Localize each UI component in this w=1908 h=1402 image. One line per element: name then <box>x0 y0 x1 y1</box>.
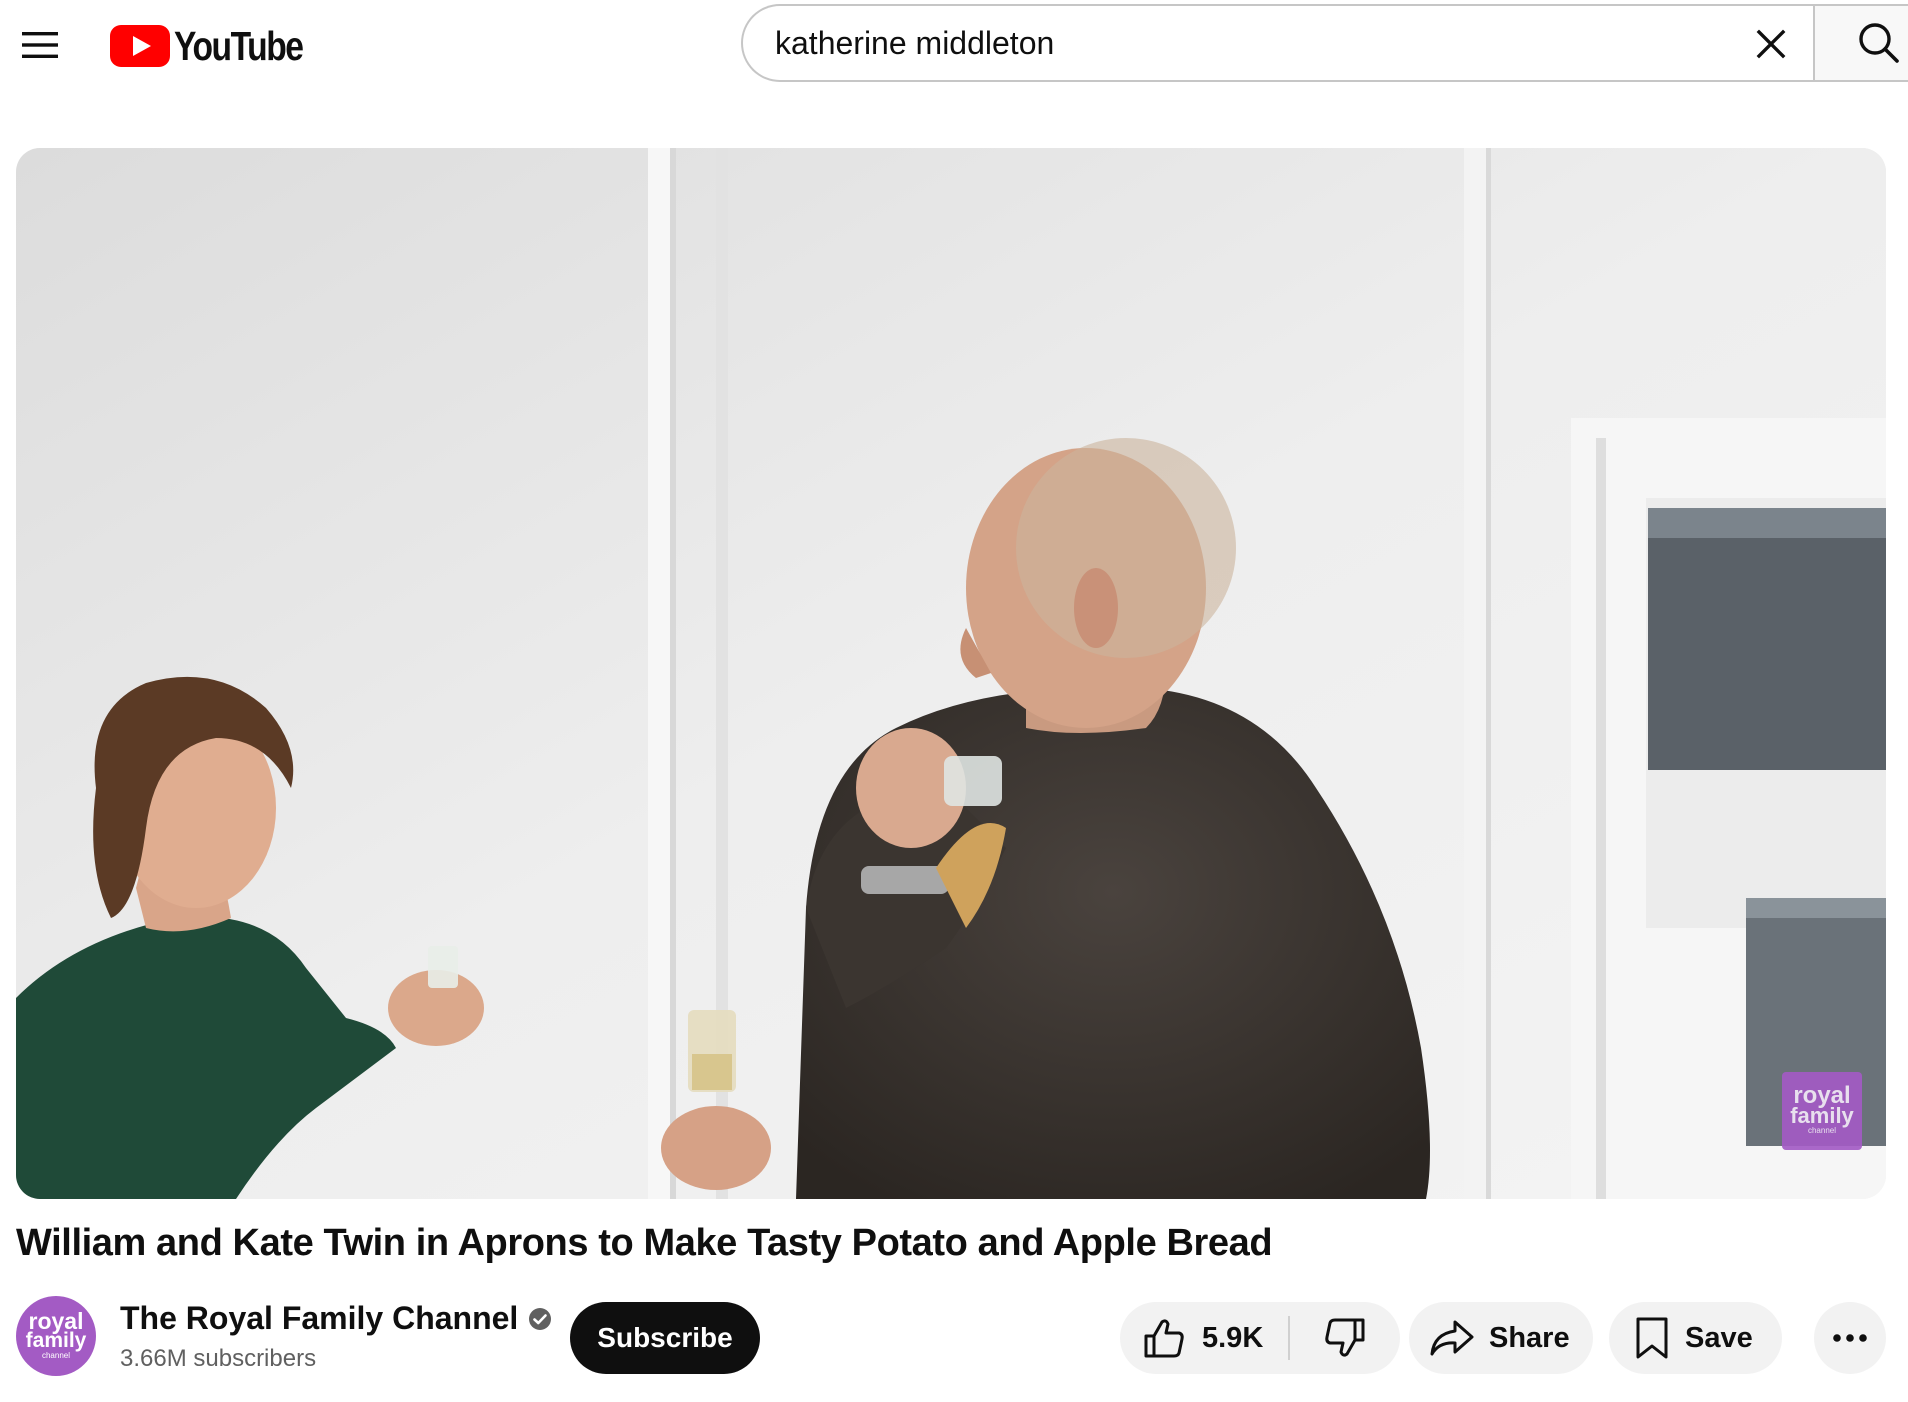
like-count: 5.9K <box>1202 1321 1264 1354</box>
like-icon <box>1144 1319 1184 1358</box>
share-button[interactable]: Share <box>1409 1302 1593 1374</box>
youtube-logo[interactable]: YouTube <box>110 22 331 69</box>
youtube-play-icon <box>110 25 170 67</box>
search-icon <box>1859 23 1899 63</box>
channel-name-link[interactable]: The Royal Family Channel <box>120 1300 552 1337</box>
subscriber-count: 3.66M subscribers <box>120 1345 317 1372</box>
channel-watermark[interactable]: royal family channel <box>1782 1072 1862 1150</box>
share-icon <box>1430 1320 1474 1356</box>
dislike-button[interactable] <box>1290 1302 1400 1374</box>
clear-search-button[interactable] <box>1745 18 1797 70</box>
avatar-line2: family <box>25 1329 87 1352</box>
save-button[interactable]: Save <box>1609 1302 1782 1374</box>
avatar-line1: royal <box>28 1308 84 1334</box>
avatar-line3: channel <box>41 1351 71 1360</box>
channel-name: The Royal Family Channel <box>120 1300 519 1336</box>
dislike-icon <box>1325 1318 1365 1357</box>
more-icon <box>1833 1334 1867 1342</box>
close-icon <box>1756 29 1786 59</box>
save-label: Save <box>1685 1321 1753 1354</box>
video-frame <box>16 148 1886 1199</box>
like-button[interactable]: 5.9K <box>1120 1302 1288 1374</box>
video-player[interactable]: royal family channel <box>16 148 1886 1199</box>
menu-icon <box>22 32 58 58</box>
search-input[interactable] <box>775 13 1695 73</box>
verified-icon <box>529 1307 552 1330</box>
channel-avatar[interactable]: royal family channel <box>16 1296 96 1376</box>
logo-text: YouTube <box>174 22 304 69</box>
share-label: Share <box>1489 1321 1570 1354</box>
watermark-line3: channel <box>1807 1126 1837 1135</box>
more-actions-button[interactable] <box>1814 1302 1886 1374</box>
search-button[interactable] <box>1813 4 1908 82</box>
youtube-watch-page: YouTube katherine middleton royal family… <box>0 0 1908 1402</box>
like-dislike-group: 5.9K <box>1120 1302 1400 1374</box>
masthead: YouTube <box>0 0 1908 100</box>
video-title: William and Kate Twin in Aprons to Make … <box>16 1222 1273 1264</box>
search-box <box>741 4 1815 82</box>
watermark-line2: family <box>1790 1103 1854 1128</box>
verified-badge <box>528 1307 552 1331</box>
subscribe-button[interactable]: Subscribe <box>570 1302 760 1374</box>
menu-button[interactable] <box>12 17 68 73</box>
save-icon <box>1636 1317 1668 1359</box>
